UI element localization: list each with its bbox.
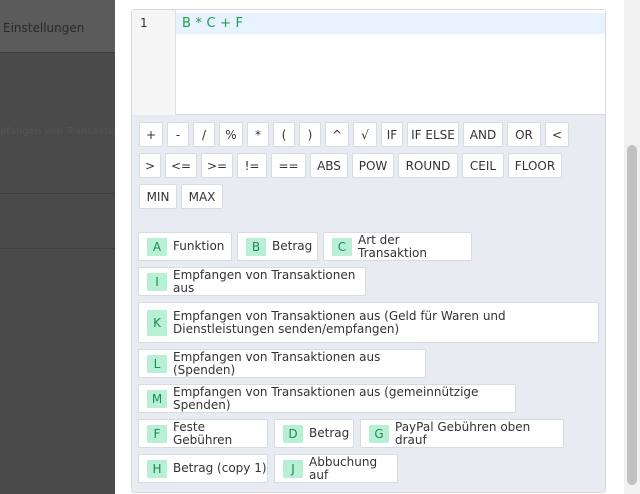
operator-power-button[interactable]: ^ [325,122,349,147]
variable-letter-badge: I [147,272,167,291]
variable-chip-l[interactable]: L Empfangen von Transaktionen aus (Spend… [138,349,426,378]
operator-greater-button[interactable]: > [139,153,161,178]
variable-label: Betrag [309,426,350,440]
variable-letter-badge: M [147,389,167,408]
variable-letter-badge: H [147,459,167,478]
variable-label: PayPal Gebühren oben drauf [395,419,531,447]
variable-label: Betrag [272,239,313,253]
variable-label: Art der Transaktion [358,232,427,260]
line-number: 1 [140,16,148,30]
variable-chip-c[interactable]: C Art der Transaktion [323,232,472,261]
function-floor-button[interactable]: FLOOR [508,153,562,178]
function-abs-button[interactable]: ABS [310,153,348,178]
variable-letter-badge: F [147,424,167,443]
operator-not-equal-button[interactable]: != [237,153,267,178]
scrollbar-thumb[interactable] [627,145,637,485]
variable-label: Abbuchung auf [309,454,378,482]
operator-minus-button[interactable]: - [167,122,189,147]
variable-chip-i[interactable]: I Empfangen von Transaktionen aus [138,267,366,296]
operator-less-button[interactable]: < [545,122,569,147]
function-min-button[interactable]: MIN [139,184,177,209]
operator-if-button[interactable]: IF [381,122,403,147]
variable-letter-badge: K [147,309,167,336]
variable-letter-badge: B [246,237,266,256]
function-round-button[interactable]: ROUND [398,153,458,178]
operator-multiply-button[interactable]: * [247,122,269,147]
function-max-button[interactable]: MAX [181,184,223,209]
operator-equal-button[interactable]: == [271,153,306,178]
operator-less-equal-button[interactable]: <= [165,153,197,178]
variable-letter-badge: D [283,424,303,443]
variable-chip-g[interactable]: G PayPal Gebühren oben drauf [360,419,564,448]
variable-label: Empfangen von Transaktionen aus (gemeinn… [173,384,479,412]
variable-label: Empfangen von Transaktionen aus [173,267,356,295]
operator-if-else-button[interactable]: IF ELSE [407,122,459,147]
variable-chip-a[interactable]: A Funktion [138,232,232,261]
variable-chip-j[interactable]: J Abbuchung auf [274,454,398,483]
variable-letter-badge: J [283,459,303,478]
operator-open-paren-button[interactable]: ( [273,122,295,147]
variable-chip-f[interactable]: F Feste Gebühren [138,419,268,448]
code-editor[interactable]: 1 B * C + F [132,10,605,115]
operator-and-button[interactable]: AND [463,122,503,147]
background-faint-text: pfangen von Transaktionen aus [0,126,115,137]
function-pow-button[interactable]: POW [352,153,394,178]
variable-label: Empfangen von Transaktionen aus (Spenden… [173,349,381,377]
background-divider [0,193,115,194]
operator-greater-equal-button[interactable]: >= [201,153,233,178]
background-divider [0,248,115,249]
formula-panel: 1 B * C + F + - / % * ( ) ^ √ IF IF ELSE… [131,9,606,493]
variable-chip-b[interactable]: B Betrag [237,232,318,261]
variable-label: Betrag (copy 1) [173,461,267,475]
variable-letter-badge: L [147,354,167,373]
operator-plus-button[interactable]: + [139,122,163,147]
variable-chip-h[interactable]: H Betrag (copy 1) [138,454,268,483]
background-settings-tab: Einstellungen [3,21,85,35]
function-ceil-button[interactable]: CEIL [462,153,504,178]
variable-chip-k[interactable]: K Empfangen von Transaktionen aus (Geld … [138,302,599,343]
variable-label: Empfangen von Transaktionen aus (Geld fü… [173,308,506,336]
operator-sqrt-button[interactable]: √ [353,122,377,147]
operator-percent-button[interactable]: % [219,122,243,147]
operator-or-button[interactable]: OR [507,122,541,147]
variable-letter-badge: G [369,424,389,443]
variable-label: Funktion [173,239,225,253]
background-divider [0,52,115,53]
variable-chip-m[interactable]: M Empfangen von Transaktionen aus (gemei… [138,384,516,413]
background-app [0,0,115,494]
variable-letter-badge: C [332,237,352,256]
formula-expression[interactable]: B * C + F [182,16,243,31]
variable-chip-d[interactable]: D Betrag [274,419,354,448]
variable-letter-badge: A [147,237,167,256]
operator-close-paren-button[interactable]: ) [299,122,321,147]
operator-divide-button[interactable]: / [193,122,215,147]
variable-label: Feste Gebühren [173,419,233,447]
line-gutter: 1 [132,10,176,115]
